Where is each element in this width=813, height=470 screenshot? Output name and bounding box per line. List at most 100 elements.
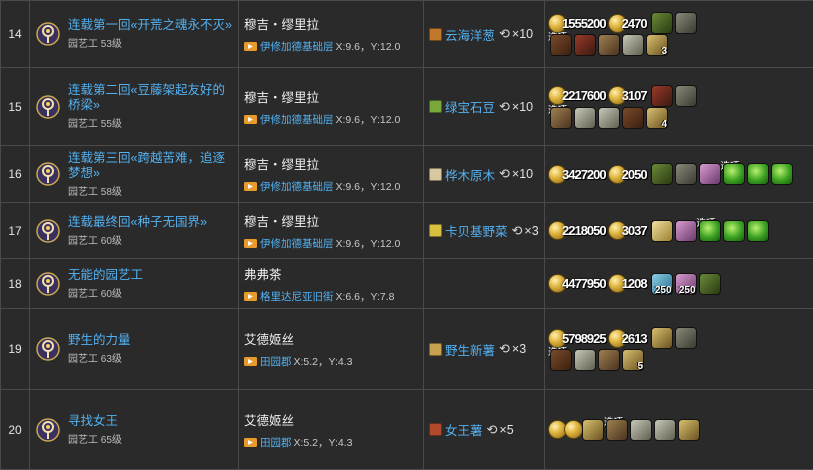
npc-cell: 穆吉・缪里拉伊修加德基础层X:9.6，Y:12.0	[239, 68, 424, 146]
location-coords: X:5.2，Y:4.3	[294, 354, 353, 369]
location-link[interactable]: 田园郡	[260, 435, 292, 450]
reward-item-icon[interactable]	[675, 327, 697, 349]
reward-item-icon[interactable]	[723, 220, 745, 242]
reward-item-icon[interactable]	[651, 220, 673, 242]
required-item-cell	[424, 259, 545, 309]
item-link[interactable]: 野生新薯	[445, 340, 495, 359]
quest-level: 园艺工 53级	[68, 35, 232, 50]
reward-item-icon[interactable]	[651, 327, 673, 349]
gil-value: 2050	[622, 167, 647, 182]
rewards-cell: 34272002050选项	[545, 146, 813, 203]
item-link[interactable]: 绿宝石豆	[445, 97, 495, 116]
location-coords: X:9.6，Y:12.0	[336, 236, 401, 251]
npc-cell: 穆吉・缪里拉伊修加德基础层X:9.6，Y:12.0	[239, 203, 424, 259]
reward-count: 4	[661, 119, 667, 130]
reward-item-icon[interactable]: 3	[646, 34, 668, 56]
reward-item-icon[interactable]: 250	[651, 273, 673, 295]
reward-item-icon[interactable]	[574, 349, 596, 371]
reward-item-icon[interactable]	[622, 34, 644, 56]
quest-title-link[interactable]: 连载第二回«豆藤架起友好的桥梁»	[68, 83, 233, 113]
reward-item-icon[interactable]	[723, 163, 745, 185]
reward-item-icon[interactable]	[550, 34, 572, 56]
quest-title-link[interactable]: 连载第一回«开荒之魂永不灭»	[68, 18, 232, 33]
reward-item-icon[interactable]	[598, 34, 620, 56]
location-link[interactable]: 伊修加德基础层	[260, 179, 334, 194]
npc-cell: 艾德姬丝田园郡X:5.2，Y:4.3	[239, 309, 424, 390]
reward-item-icon[interactable]	[699, 220, 721, 242]
location-link[interactable]: 格里达尼亚旧街	[260, 289, 334, 304]
reward-item-icon[interactable]	[622, 107, 644, 129]
item-link[interactable]: 云海洋葱	[445, 25, 495, 44]
gil-value: 2470	[622, 16, 647, 31]
reward-item-icon[interactable]	[651, 163, 673, 185]
reward-item-icon[interactable]	[598, 349, 620, 371]
reward-item-icon[interactable]	[574, 34, 596, 56]
map-marker-icon	[244, 438, 257, 447]
row-number: 15	[1, 68, 30, 146]
item-link[interactable]: 女王薯	[445, 420, 483, 439]
reward-item-icon[interactable]	[550, 107, 572, 129]
item-quantity: ×10	[512, 27, 533, 41]
location-link[interactable]: 伊修加德基础层	[260, 236, 334, 251]
reward-item-icon[interactable]	[699, 163, 721, 185]
exp-value: 1555200	[562, 16, 606, 31]
reward-item-icon[interactable]	[675, 85, 697, 107]
reward-item-icon[interactable]	[678, 419, 700, 441]
reward-item-icon[interactable]	[651, 12, 673, 34]
reward-item-icon[interactable]	[651, 85, 673, 107]
quest-icon	[35, 161, 61, 187]
quest-row: 14连载第一回«开荒之魂永不灭»园艺工 53级穆吉・缪里拉伊修加德基础层X:9.…	[1, 1, 813, 68]
quest-row: 19野生的力量园艺工 63级艾德姬丝田园郡X:5.2，Y:4.3野生新薯⟲×35…	[1, 309, 813, 390]
quest-title-link[interactable]: 无能的园艺工	[68, 268, 143, 283]
quest-title-link[interactable]: 寻找女王	[68, 414, 122, 429]
quest-icon	[35, 94, 61, 120]
quest-title-link[interactable]: 连载最终回«种子无国界»	[68, 215, 207, 230]
npc-name: 弗弗茶	[244, 264, 418, 283]
reward-item-icon[interactable]	[675, 163, 697, 185]
quest-row: 18无能的园艺工园艺工 60级弗弗茶格里达尼亚旧街X:6.6，Y:7.84477…	[1, 259, 813, 309]
npc-location: 田园郡X:5.2，Y:4.3	[244, 354, 418, 369]
hq-icon: ⟲	[499, 166, 510, 182]
item-icon	[429, 224, 442, 237]
reward-item-icon[interactable]	[747, 163, 769, 185]
item-link[interactable]: 桦木原木	[445, 165, 495, 184]
npc-cell: 艾德姬丝田园郡X:5.2，Y:4.3	[239, 390, 424, 470]
quest-title-link[interactable]: 野生的力量	[68, 333, 131, 348]
quest-icon	[35, 271, 61, 297]
reward-item-icon[interactable]	[654, 419, 676, 441]
reward-item-icon[interactable]: 250	[675, 273, 697, 295]
reward-item-icon[interactable]	[699, 273, 721, 295]
required-item-cell: 卡贝基野菜⟲×3	[424, 203, 545, 259]
location-link[interactable]: 伊修加德基础层	[260, 112, 334, 127]
location-link[interactable]: 伊修加德基础层	[260, 39, 334, 54]
reward-item-icon[interactable]	[747, 220, 769, 242]
map-marker-icon	[244, 239, 257, 248]
npc-location: 格里达尼亚旧街X:6.6，Y:7.8	[244, 289, 418, 304]
item-link[interactable]: 卡贝基野菜	[445, 221, 508, 240]
location-link[interactable]: 田园郡	[260, 354, 292, 369]
item-icon	[429, 168, 442, 181]
reward-item-icon[interactable]	[550, 349, 572, 371]
required-item-cell: 桦木原木⟲×10	[424, 146, 545, 203]
quest-cell: 连载第二回«豆藤架起友好的桥梁»园艺工 55级	[30, 68, 239, 146]
npc-name: 穆吉・缪里拉	[244, 87, 418, 106]
reward-item-icon[interactable]	[582, 419, 604, 441]
reward-item-icon[interactable]: 5	[622, 349, 644, 371]
npc-name: 艾德姬丝	[244, 410, 418, 429]
reward-item-icon[interactable]	[606, 419, 628, 441]
gil-value: 3037	[622, 223, 647, 238]
exp-value: 2218050	[562, 223, 606, 238]
reward-item-icon[interactable]	[598, 107, 620, 129]
required-item-cell: 绿宝石豆⟲×10	[424, 68, 545, 146]
reward-item-icon[interactable]	[630, 419, 652, 441]
reward-item-icon[interactable]	[675, 220, 697, 242]
quest-title-link[interactable]: 连载第三回«跨越苦难，追逐梦想»	[68, 151, 233, 181]
reward-item-icon[interactable]	[771, 163, 793, 185]
required-item-cell: 女王薯⟲×5	[424, 390, 545, 470]
quest-level: 园艺工 58级	[68, 183, 233, 198]
reward-item-icon[interactable]: 4	[646, 107, 668, 129]
reward-item-icon[interactable]	[675, 12, 697, 34]
map-marker-icon	[244, 42, 257, 51]
reward-item-icon[interactable]	[574, 107, 596, 129]
exp-value: 3427200	[562, 167, 606, 182]
